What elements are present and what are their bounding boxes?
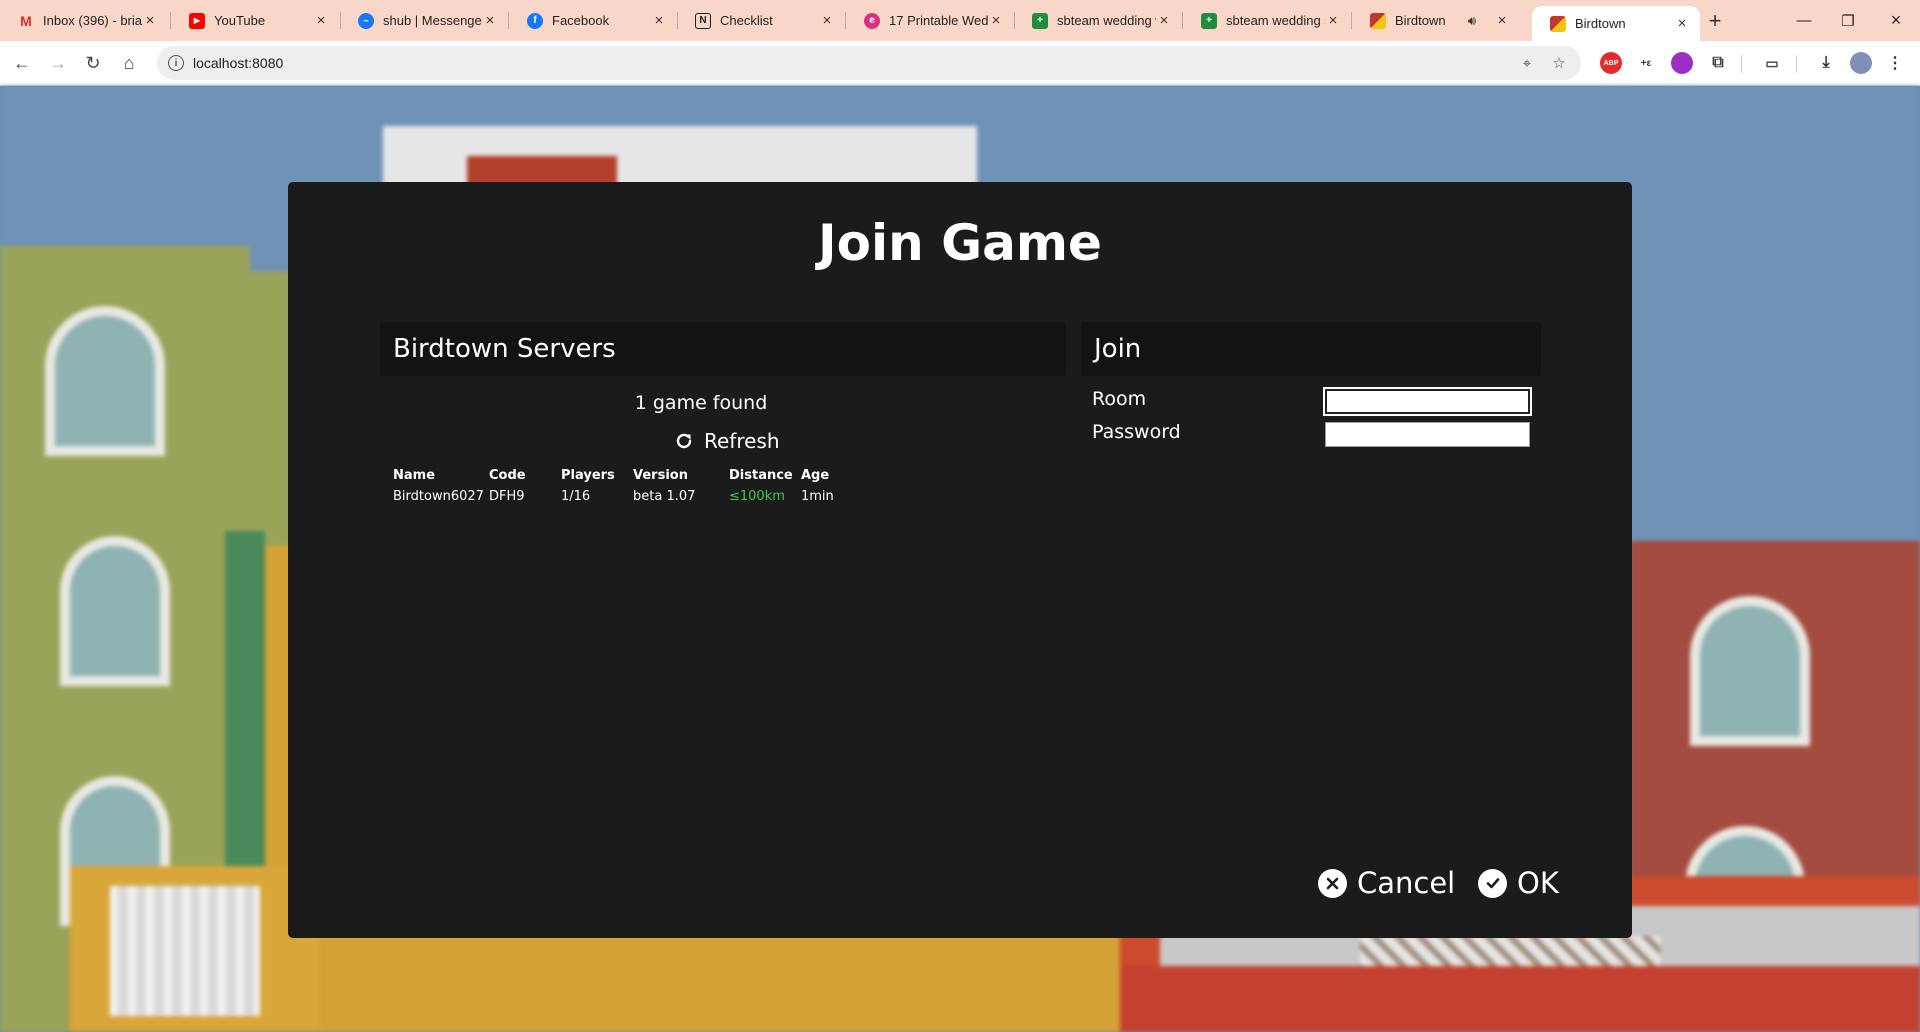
server-table: Name Code Players Version Distance Age B… <box>393 467 861 505</box>
browser-tab-messenger[interactable]: ~ shub | Messenger × <box>340 6 508 35</box>
games-found-text: 1 game found <box>634 392 768 414</box>
forward-button[interactable]: → <box>44 49 72 77</box>
close-tab-icon[interactable]: × <box>1325 12 1341 29</box>
restore-button[interactable]: ❐ <box>1823 0 1873 41</box>
window <box>60 536 170 686</box>
table-header-row: Name Code Players Version Distance Age <box>393 467 861 487</box>
close-tab-icon[interactable]: × <box>988 12 1004 29</box>
close-tab-icon[interactable]: × <box>142 12 158 29</box>
home-button[interactable]: ⌂ <box>115 49 143 77</box>
browser-tab-birdtown-1[interactable]: Birdtown 🔊︎ × <box>1352 6 1520 35</box>
messenger-icon: ~ <box>358 12 374 29</box>
gmail-icon: M <box>20 12 32 29</box>
ok-button[interactable]: OK <box>1478 866 1559 900</box>
tab-search-icon[interactable]: ▭ <box>1761 52 1783 74</box>
youtube-icon: ▶ <box>189 12 205 29</box>
browser-tabstrip: M Inbox (396) - brian × ▶ YouTube × ~ sh… <box>0 0 1920 41</box>
reload-button[interactable]: ↻ <box>79 49 107 77</box>
back-button[interactable]: ← <box>8 49 36 77</box>
translate-extension-icon[interactable]: +ε <box>1635 52 1657 74</box>
profile-avatar[interactable] <box>1850 52 1872 74</box>
column-header-players: Players <box>561 468 615 483</box>
server-name[interactable]: Birdtown6027 <box>393 487 489 505</box>
close-tab-icon[interactable]: × <box>482 12 498 29</box>
server-distance[interactable]: ≤100km <box>729 487 801 505</box>
download-icon[interactable]: ⤓ <box>1815 52 1837 74</box>
tab-title: 17 Printable Wedd <box>889 13 988 28</box>
browser-tab-printable[interactable]: e 17 Printable Wedd × <box>846 6 1014 35</box>
servers-panel-heading: Birdtown Servers <box>380 322 1066 376</box>
ok-label: OK <box>1517 866 1559 900</box>
join-game-dialog: Join Game Birdtown Servers 1 game found … <box>288 182 1632 938</box>
birdtown-icon <box>1370 12 1386 29</box>
close-tab-icon[interactable]: × <box>313 12 329 29</box>
bookmark-star-icon[interactable]: ☆ <box>1549 53 1569 73</box>
speaker-icon[interactable]: 🔊︎ <box>1464 13 1480 29</box>
tab-title: Birdtown <box>1395 13 1446 28</box>
refresh-label: Refresh <box>704 429 780 453</box>
tab-title: YouTube <box>214 13 266 28</box>
puzzle-icon[interactable]: ⧉ <box>1707 52 1729 74</box>
close-window-button[interactable]: × <box>1872 0 1920 41</box>
close-tab-icon[interactable]: × <box>819 12 835 29</box>
browser-tab-checklist[interactable]: N Checklist × <box>677 6 845 35</box>
tab-title: sbteam wedding s <box>1226 13 1325 28</box>
sheets-icon: + <box>1032 12 1048 29</box>
browser-tab-sheets-1[interactable]: + sbteam wedding w × <box>1014 6 1182 35</box>
refresh-icon <box>676 433 692 449</box>
room-label: Room <box>1092 388 1147 410</box>
site-icon: e <box>864 12 880 29</box>
new-tab-button[interactable]: + <box>1703 8 1727 33</box>
close-tab-icon[interactable]: × <box>1674 15 1690 32</box>
server-players[interactable]: 1/16 <box>561 487 633 505</box>
browser-tab-sheets-2[interactable]: + sbteam wedding s × <box>1183 6 1351 35</box>
browser-tab-gmail[interactable]: M Inbox (396) - brian × <box>0 6 168 35</box>
location-icon[interactable]: ⌖ <box>1517 53 1537 73</box>
browser-toolbar: ← → ↻ ⌂ i localhost:8080 ⌖ ☆ ABP +ε ⧉ ▭ … <box>0 41 1920 86</box>
dialog-title: Join Game <box>818 214 1102 272</box>
server-age[interactable]: 1min <box>801 487 861 505</box>
tab-title: Birdtown <box>1575 16 1626 31</box>
notion-icon: N <box>695 12 711 29</box>
tab-title: Inbox (396) - brian <box>43 13 142 28</box>
window <box>1690 596 1810 746</box>
column-header-age: Age <box>801 468 830 483</box>
password-label: Password <box>1092 421 1181 443</box>
column-header-code: Code <box>489 468 526 483</box>
facebook-icon: f <box>527 12 543 29</box>
column-header-distance: Distance <box>729 468 793 483</box>
sheets-icon: + <box>1201 12 1217 29</box>
close-circle-icon <box>1318 868 1347 898</box>
close-tab-icon[interactable]: × <box>1494 12 1510 29</box>
tab-title: shub | Messenger <box>383 13 482 28</box>
cancel-label: Cancel <box>1357 866 1456 900</box>
close-tab-icon[interactable]: × <box>1156 12 1172 29</box>
tab-title: Checklist <box>720 13 773 28</box>
close-tab-icon[interactable]: × <box>651 12 667 29</box>
menu-icon[interactable]: ⋮ <box>1884 52 1906 74</box>
tab-title: sbteam wedding w <box>1057 13 1156 28</box>
cancel-button[interactable]: Cancel <box>1318 866 1455 900</box>
join-panel-heading: Join <box>1081 322 1541 376</box>
address-bar[interactable]: i localhost:8080 ⌖ ☆ <box>157 46 1581 80</box>
server-version[interactable]: beta 1.07 <box>633 487 729 505</box>
refresh-button[interactable]: Refresh <box>674 429 780 453</box>
column-header-version: Version <box>633 468 688 483</box>
browser-tab-youtube[interactable]: ▶ YouTube × <box>171 6 339 35</box>
server-code[interactable]: DFH9 <box>489 487 561 505</box>
password-input[interactable] <box>1325 422 1530 447</box>
site-info-icon[interactable]: i <box>168 55 184 71</box>
check-circle-icon <box>1478 868 1507 898</box>
window <box>45 306 165 456</box>
room-input[interactable] <box>1325 389 1530 414</box>
server-row[interactable]: Birdtown6027 DFH9 1/16 beta 1.07 ≤100km … <box>393 487 861 505</box>
browser-tab-birdtown-active[interactable]: Birdtown × <box>1532 6 1700 41</box>
adblock-icon[interactable]: ABP <box>1600 52 1622 74</box>
browser-tab-facebook[interactable]: f Facebook × <box>509 6 677 35</box>
column-header-name: Name <box>393 468 436 483</box>
tab-title: Facebook <box>552 13 610 28</box>
extension-icon[interactable] <box>1671 52 1693 74</box>
birdtown-icon <box>1550 15 1566 32</box>
url-text[interactable]: localhost:8080 <box>193 55 283 71</box>
